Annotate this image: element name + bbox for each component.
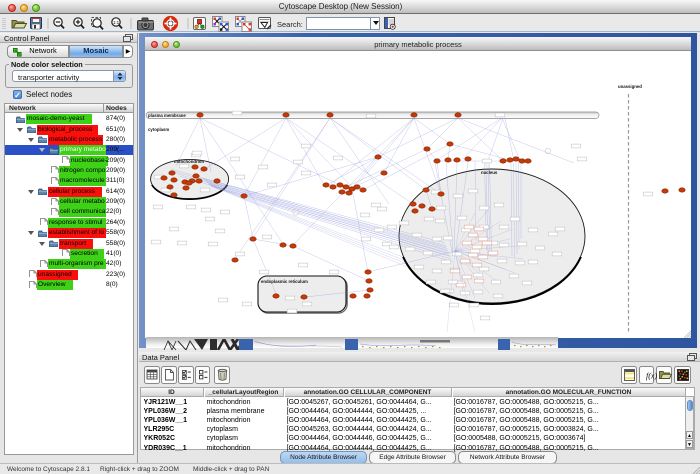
- svg-text:cytoplasm: cytoplasm: [148, 127, 169, 132]
- svg-text:1:1: 1:1: [113, 20, 120, 25]
- svg-text:f(x): f(x): [646, 372, 657, 381]
- svg-text:mitochondrion: mitochondrion: [174, 159, 204, 164]
- svg-text:endoplasmic reticulum: endoplasmic reticulum: [261, 279, 308, 284]
- svg-text:plasma membrane: plasma membrane: [148, 113, 186, 118]
- svg-text:unassigned: unassigned: [618, 84, 642, 89]
- svg-text:nucleus: nucleus: [481, 170, 498, 175]
